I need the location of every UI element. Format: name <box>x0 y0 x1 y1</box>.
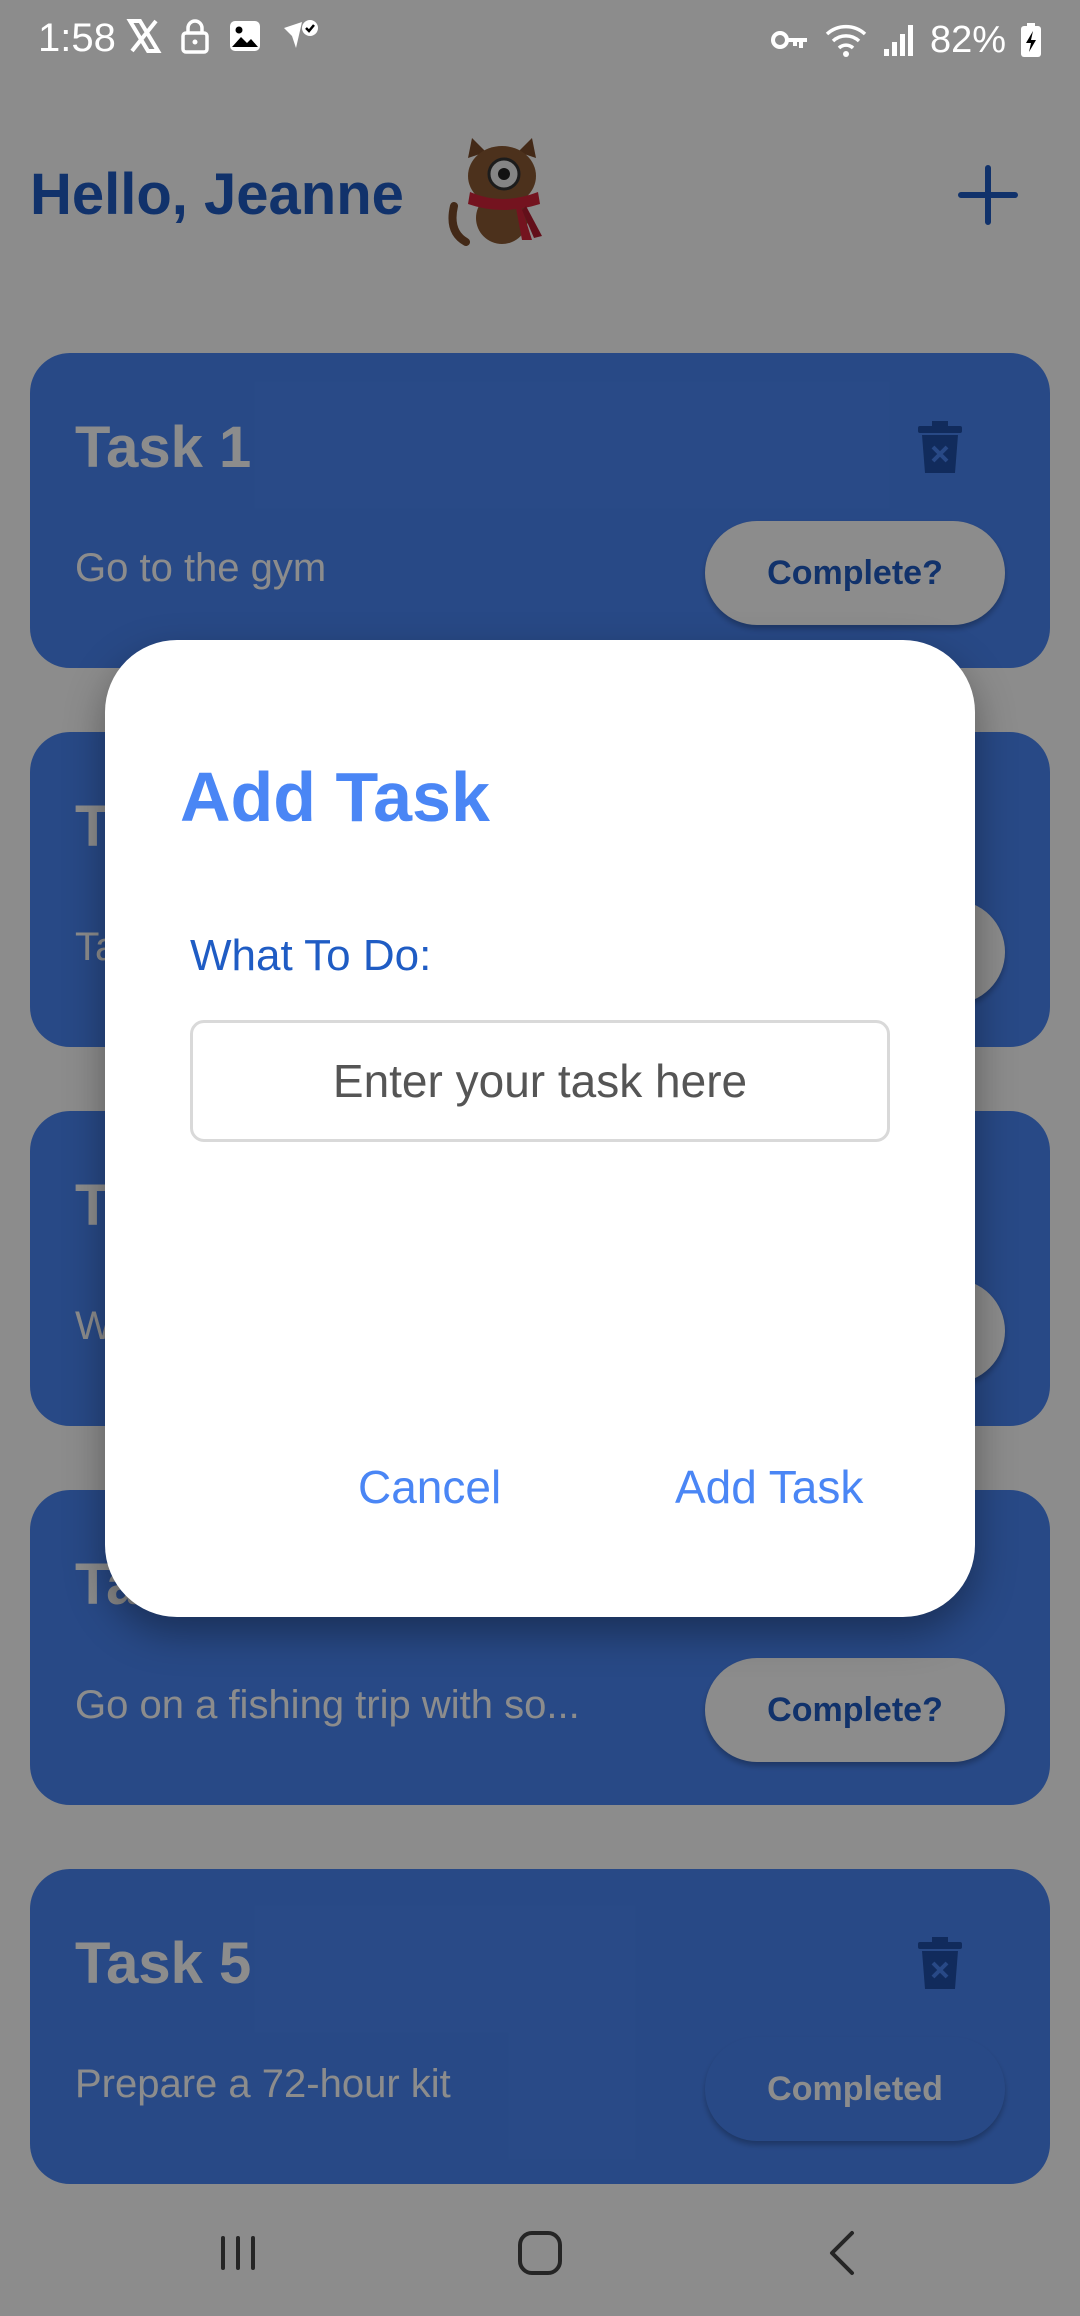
cancel-button[interactable]: Cancel <box>358 1460 501 1514</box>
status-time: 1:58 <box>38 16 116 60</box>
lock-icon <box>181 19 209 54</box>
wifi-icon <box>825 24 867 57</box>
status-right: 82% <box>770 18 1042 62</box>
add-task-confirm-button[interactable]: Add Task <box>675 1460 863 1514</box>
add-task-dialog: Add Task What To Do: Cancel Add Task <box>105 640 975 1617</box>
task-input[interactable] <box>190 1020 890 1142</box>
vpn-key-icon <box>770 31 807 49</box>
dialog-title: Add Task <box>180 758 490 836</box>
image-icon <box>230 21 260 51</box>
status-bar: 1:58 82% <box>0 0 1080 80</box>
signal-icon <box>883 25 913 56</box>
what-to-do-label: What To Do: <box>190 931 432 980</box>
battery-charging-icon <box>1021 23 1041 57</box>
status-left-icons <box>126 18 320 54</box>
battery-percent: 82% <box>929 19 1006 61</box>
x-app-icon <box>126 19 162 53</box>
check-notification-icon <box>284 20 318 48</box>
